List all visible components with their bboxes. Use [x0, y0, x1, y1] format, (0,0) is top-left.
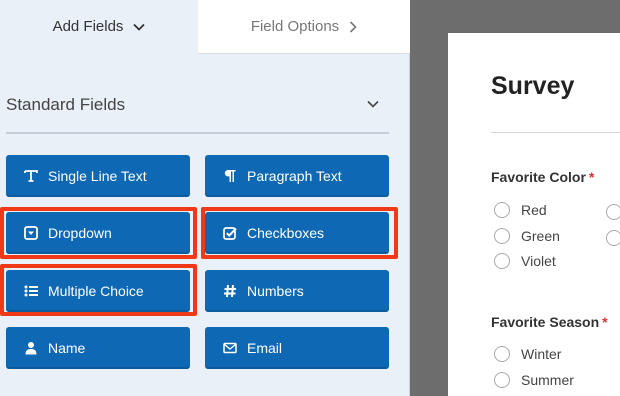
required-marker: * — [588, 169, 595, 185]
radio-option-label: Summer — [521, 372, 574, 388]
radio-button-partial[interactable] — [606, 230, 620, 246]
favorite-color-question: Favorite Color * — [491, 169, 594, 185]
tab-field-options[interactable]: Field Options — [198, 0, 410, 54]
favorite-season-question: Favorite Season * — [491, 314, 608, 330]
panel-tabs: Add Fields Field Options — [0, 0, 410, 54]
text-icon — [24, 169, 38, 183]
radio-option-label: Violet — [521, 253, 556, 269]
single-line-text-label: Single Line Text — [48, 168, 147, 184]
radio-option-winter[interactable]: Winter — [494, 346, 561, 362]
name-button[interactable]: Name — [6, 327, 190, 369]
email-button[interactable]: Email — [205, 327, 389, 369]
radio-button-partial[interactable] — [606, 204, 620, 220]
section-title: Standard Fields — [6, 95, 126, 114]
radio-button[interactable] — [494, 202, 510, 218]
radio-button[interactable] — [494, 372, 510, 388]
radio-button[interactable] — [494, 253, 510, 269]
radio-option-violet[interactable]: Violet — [494, 253, 556, 269]
chevron-down-icon — [133, 23, 146, 31]
user-icon — [24, 341, 38, 355]
field-panel: Add Fields Field Options Standard Fields… — [0, 0, 410, 396]
favorite-season-label: Favorite Season — [491, 314, 600, 330]
section-collapse-toggle[interactable] — [366, 98, 380, 110]
tab-field-options-label: Field Options — [250, 18, 340, 35]
section-divider — [6, 132, 389, 134]
paragraph-text-label: Paragraph Text — [247, 168, 342, 184]
checkboxes-highlight — [201, 207, 398, 259]
radio-button[interactable] — [494, 228, 510, 244]
name-label: Name — [48, 340, 86, 356]
favorite-color-label: Favorite Color — [491, 169, 586, 185]
chevron-right-icon — [349, 20, 357, 33]
radio-button[interactable] — [494, 346, 510, 362]
required-marker: * — [602, 314, 608, 330]
dropdown-highlight — [0, 207, 197, 259]
paragraph-text-button[interactable]: Paragraph Text — [205, 155, 389, 197]
chevron-down-icon — [367, 100, 379, 108]
tab-add-fields[interactable]: Add Fields — [0, 0, 198, 54]
envelope-icon — [223, 341, 237, 355]
form-title: Survey — [491, 72, 575, 100]
radio-option-label: Winter — [521, 346, 562, 362]
form-title-divider — [491, 132, 620, 133]
email-label: Email — [247, 340, 283, 356]
radio-option-label: Red — [521, 202, 547, 218]
single-line-text-button[interactable]: Single Line Text — [6, 155, 190, 197]
numbers-button[interactable]: Numbers — [205, 270, 389, 312]
paragraph-icon — [223, 169, 237, 183]
radio-option-green[interactable]: Green — [494, 228, 560, 244]
hash-icon — [223, 284, 237, 298]
radio-option-red[interactable]: Red — [494, 202, 547, 218]
tab-add-fields-label: Add Fields — [52, 18, 124, 35]
numbers-label: Numbers — [247, 283, 304, 299]
radio-option-summer[interactable]: Summer — [494, 372, 574, 388]
multiple-choice-highlight — [0, 264, 197, 316]
radio-option-label: Green — [521, 228, 560, 244]
